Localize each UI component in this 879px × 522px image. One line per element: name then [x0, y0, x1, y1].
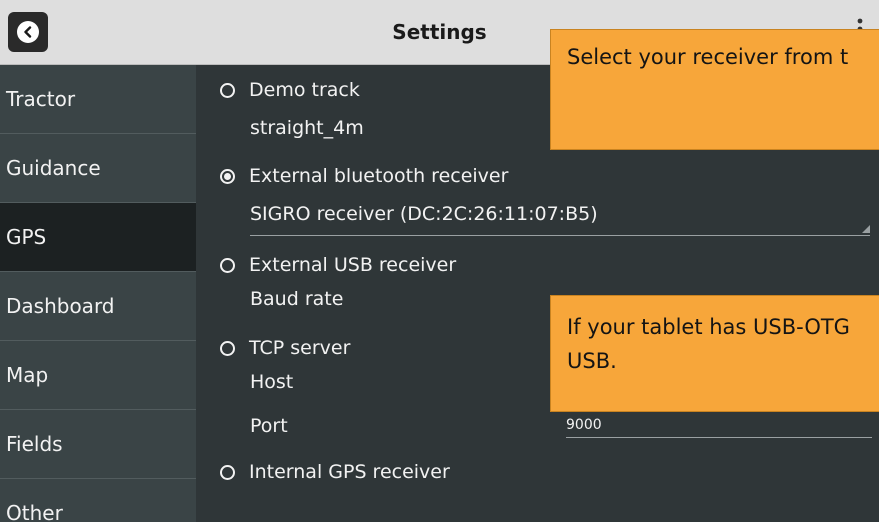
sidebar-item-label: Tractor [6, 87, 76, 111]
option-label-internal: Internal GPS receiver [249, 461, 450, 483]
radio-unchecked-icon [220, 464, 235, 480]
host-label: Host [250, 371, 294, 393]
sidebar-item-label: Other [6, 501, 63, 522]
bluetooth-device-select[interactable]: SIGRO receiver (DC:2C:26:11:07:B5) [250, 195, 870, 236]
option-label-demo-track: Demo track [249, 79, 360, 101]
sidebar-item-label: Map [6, 363, 49, 387]
option-label-usb: External USB receiver [249, 254, 457, 276]
sidebar-item-guidance[interactable]: Guidance [0, 134, 196, 203]
radio-internal-gps[interactable]: Internal GPS receiver [220, 461, 450, 483]
radio-tcp-server[interactable]: TCP server [220, 337, 350, 359]
sidebar-item-map[interactable]: Map [0, 341, 196, 410]
option-label-bluetooth: External bluetooth receiver [249, 165, 509, 187]
sidebar-item-label: Fields [6, 432, 63, 456]
dropdown-corner-icon [862, 225, 870, 233]
sidebar-item-gps[interactable]: GPS [0, 203, 196, 272]
port-input[interactable] [566, 413, 872, 438]
app-window: Settings Tractor Guidance GPS Dashboard … [0, 0, 879, 522]
sidebar-item-dashboard[interactable]: Dashboard [0, 272, 196, 341]
port-label: Port [250, 415, 288, 437]
sidebar-item-fields[interactable]: Fields [0, 410, 196, 479]
chevron-left-icon [17, 21, 39, 43]
settings-sidebar: Tractor Guidance GPS Dashboard Map Field… [0, 65, 196, 522]
radio-demo-track[interactable]: Demo track [220, 79, 360, 101]
tooltip-text-line-1: If your tablet has USB-OTG [567, 315, 850, 339]
radio-usb-receiver[interactable]: External USB receiver [220, 254, 456, 276]
tooltip-text: Select your receiver from t [567, 45, 849, 69]
demo-track-value: straight_4m [250, 117, 364, 139]
sidebar-item-tractor[interactable]: Tractor [0, 65, 196, 134]
tooltip-text-line-2: USB. [567, 349, 617, 373]
radio-checked-icon [220, 168, 235, 184]
option-label-tcp: TCP server [249, 337, 351, 359]
radio-unchecked-icon [220, 82, 235, 98]
sidebar-item-label: Dashboard [6, 294, 115, 318]
sidebar-item-label: GPS [6, 225, 47, 249]
bluetooth-device-value: SIGRO receiver (DC:2C:26:11:07:B5) [250, 203, 598, 225]
sidebar-item-other[interactable]: Other [0, 479, 196, 522]
baud-rate-label: Baud rate [250, 288, 344, 310]
tooltip-select-receiver: Select your receiver from t [550, 29, 879, 150]
radio-unchecked-icon [220, 257, 235, 273]
tooltip-usb-otg: If your tablet has USB-OTG USB. [550, 295, 879, 412]
radio-bluetooth-receiver[interactable]: External bluetooth receiver [220, 165, 508, 187]
sidebar-item-label: Guidance [6, 156, 101, 180]
back-button[interactable] [8, 12, 48, 52]
radio-unchecked-icon [220, 340, 235, 356]
